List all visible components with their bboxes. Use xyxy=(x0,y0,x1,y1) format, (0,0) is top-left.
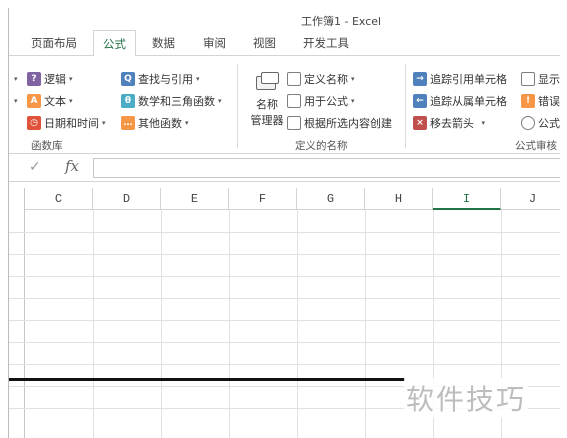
error-checking-button[interactable]: ! 错误 xyxy=(521,92,560,110)
more-caret-2[interactable]: ▾ xyxy=(11,92,18,110)
trace-dependents-icon: ← xyxy=(413,94,427,108)
show-formulas-button[interactable]: 显示 xyxy=(521,70,560,88)
datetime-button[interactable]: ◷ 日期和时间 ▾ xyxy=(27,114,106,132)
grid-line xyxy=(9,320,560,321)
create-from-selection-icon xyxy=(287,116,301,130)
math-label: 数学和三角函数 xyxy=(138,95,215,108)
other-functions-label: 其他函数 xyxy=(138,117,182,130)
group-separator xyxy=(237,64,238,148)
define-name-label: 定义名称 xyxy=(304,73,348,86)
evaluate-formula-label: 公式 xyxy=(538,117,560,130)
enter-check-icon[interactable]: ✓ xyxy=(29,159,41,175)
ribbon: ▾ ▾ ? 逻辑 ▾ A 文本 ▾ ◷ 日期和时间 ▾ Q 查找与引用 ▾ θ 数学和三… xyxy=(9,56,560,154)
tab-data[interactable]: 数据 xyxy=(152,35,175,51)
logic-button[interactable]: ? 逻辑 ▾ xyxy=(27,70,73,88)
math-icon: θ xyxy=(121,94,135,108)
use-in-formula-button[interactable]: 用于公式 ▾ xyxy=(287,92,355,110)
column-header-d[interactable]: D xyxy=(93,188,161,210)
ribbon-tabs: 页面布局 公式 数据 审阅 视图 开发工具 xyxy=(9,30,560,57)
text-label: 文本 xyxy=(44,95,66,108)
evaluate-formula-icon xyxy=(521,116,535,130)
tab-page-layout[interactable]: 页面布局 xyxy=(31,35,77,51)
lookup-icon: Q xyxy=(121,72,135,86)
error-checking-label: 错误 xyxy=(538,95,560,108)
window-edge-bottom xyxy=(9,378,405,381)
define-name-button[interactable]: 定义名称 ▾ xyxy=(287,70,355,88)
grid-line xyxy=(9,364,560,365)
warning-icon: ! xyxy=(521,94,535,108)
create-from-selection-button[interactable]: 根据所选内容创建 xyxy=(287,114,392,132)
other-functions-icon: … xyxy=(121,116,135,130)
grid-line xyxy=(161,210,162,438)
grid-line xyxy=(93,210,94,438)
group-label-formula-auditing: 公式审核 xyxy=(515,140,557,152)
column-header-c[interactable]: C xyxy=(25,188,93,210)
clock-icon: ◷ xyxy=(27,116,41,130)
window-title: 工作簿1 - Excel xyxy=(301,15,382,28)
column-header-g[interactable]: G xyxy=(297,188,365,210)
watermark: 软件技巧 xyxy=(404,378,529,418)
use-in-formula-icon xyxy=(287,94,301,108)
remove-arrows-button[interactable]: × 移去箭头 ▾ xyxy=(413,114,485,132)
grid-line xyxy=(229,210,230,438)
name-manager-label-line1: 名称 xyxy=(256,98,278,111)
column-header-h[interactable]: H xyxy=(365,188,433,210)
tab-review[interactable]: 审阅 xyxy=(203,35,226,51)
group-label-defined-names: 定义的名称 xyxy=(295,140,348,152)
group-separator-2 xyxy=(405,64,406,148)
excel-window: 工作簿1 - Excel 页面布局 公式 数据 审阅 视图 开发工具 ▾ ▾ ?… xyxy=(8,8,560,438)
lookup-label: 查找与引用 xyxy=(138,73,193,86)
trace-precedents-label: 追踪引用单元格 xyxy=(430,73,507,86)
trace-dependents-label: 追踪从属单元格 xyxy=(430,95,507,108)
trace-precedents-button[interactable]: → 追踪引用单元格 xyxy=(413,70,507,88)
grid-line xyxy=(9,342,560,343)
insert-function-icon[interactable]: fx xyxy=(65,157,79,175)
tab-formulas[interactable]: 公式 xyxy=(93,30,136,57)
lookup-button[interactable]: Q 查找与引用 ▾ xyxy=(121,70,200,88)
trace-precedents-icon: → xyxy=(413,72,427,86)
formula-bar: ✓ fx xyxy=(9,154,560,182)
math-button[interactable]: θ 数学和三角函数 ▾ xyxy=(121,92,222,110)
show-formulas-label: 显示 xyxy=(538,73,560,86)
remove-arrows-label: 移去箭头 xyxy=(430,117,474,130)
logic-icon: ? xyxy=(27,72,41,86)
create-from-selection-label: 根据所选内容创建 xyxy=(304,117,392,130)
remove-arrows-icon: × xyxy=(413,116,427,130)
title-bar: 工作簿1 - Excel xyxy=(9,8,560,30)
show-formulas-icon xyxy=(521,72,535,86)
datetime-label: 日期和时间 xyxy=(44,117,99,130)
name-manager-label-line2: 管理器 xyxy=(250,114,284,127)
tab-developer[interactable]: 开发工具 xyxy=(303,35,349,51)
column-header-j[interactable]: J xyxy=(501,188,560,210)
column-header-i[interactable]: I xyxy=(433,188,501,210)
text-icon: A xyxy=(27,94,41,108)
trace-dependents-button[interactable]: ← 追踪从属单元格 xyxy=(413,92,507,110)
grid-line xyxy=(9,298,560,299)
logic-label: 逻辑 xyxy=(44,73,66,86)
text-button[interactable]: A 文本 ▾ xyxy=(27,92,73,110)
grid-line xyxy=(297,210,298,438)
column-header-e[interactable]: E xyxy=(161,188,229,210)
group-label-function-library: 函数库 xyxy=(31,140,63,152)
use-in-formula-label: 用于公式 xyxy=(304,95,348,108)
grid-line xyxy=(9,276,560,277)
tab-view[interactable]: 视图 xyxy=(253,35,276,51)
column-header-f[interactable]: F xyxy=(229,188,297,210)
grid-line xyxy=(365,210,366,438)
grid-line xyxy=(9,254,560,255)
other-functions-button[interactable]: … 其他函数 ▾ xyxy=(121,114,189,132)
more-caret[interactable]: ▾ xyxy=(11,70,18,88)
name-manager-button[interactable]: 名称 管理器 xyxy=(247,72,287,132)
evaluate-formula-button[interactable]: 公式 xyxy=(521,114,560,132)
formula-input[interactable] xyxy=(93,158,560,178)
define-name-icon xyxy=(287,72,301,86)
row-header-strip[interactable] xyxy=(9,188,25,438)
name-manager-icon xyxy=(252,72,282,94)
grid-line xyxy=(9,232,560,233)
